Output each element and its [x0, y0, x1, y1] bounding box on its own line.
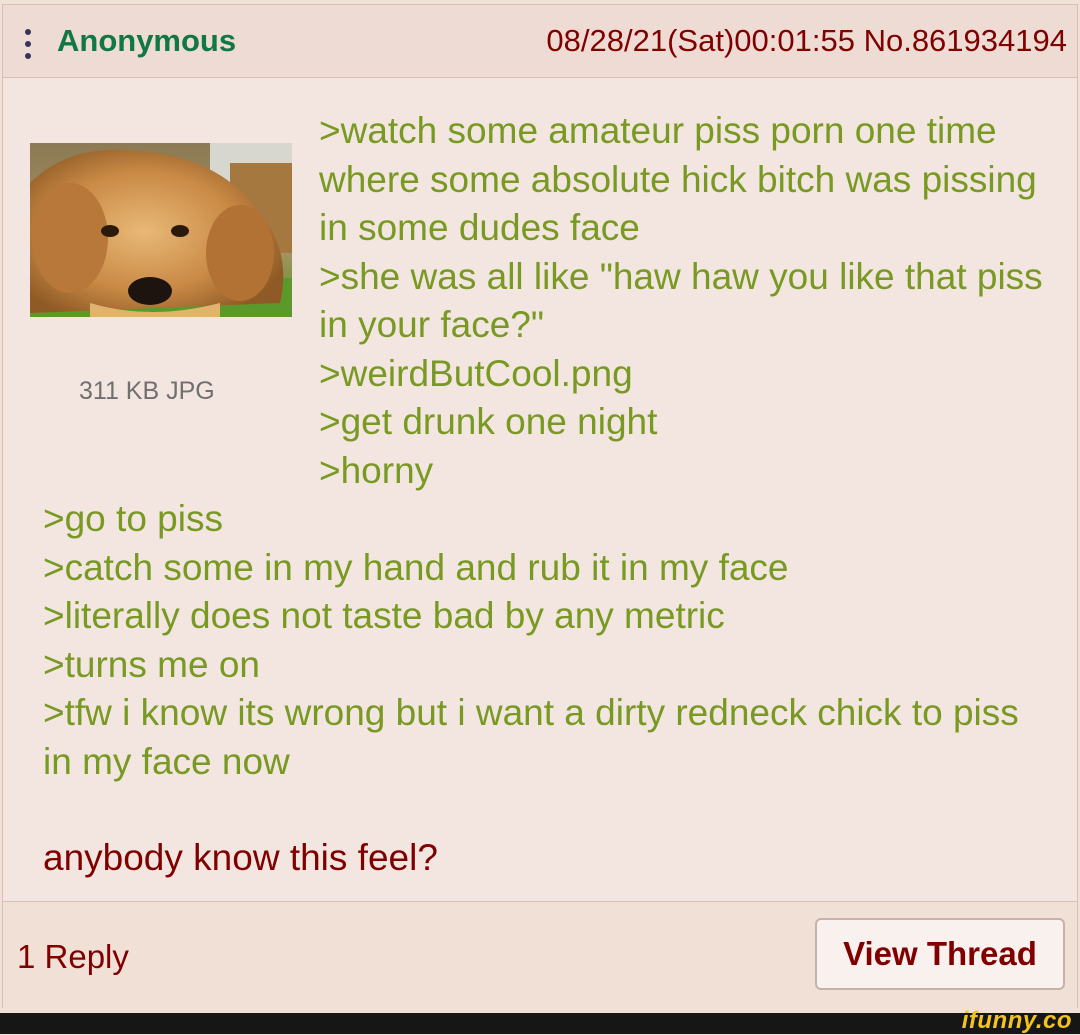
- post-card: Anonymous 08/28/21(Sat)00:01:55 No.86193…: [2, 4, 1078, 1008]
- reply-count[interactable]: 1 Reply: [17, 938, 129, 976]
- greentext-line: >catch some in my hand and rub it in my …: [43, 546, 789, 588]
- post-body: >watch some amateur piss porn one time w…: [43, 107, 1053, 883]
- greentext-line: >go to piss: [43, 498, 223, 539]
- post-meta[interactable]: 08/28/21(Sat)00:01:55 No.861934194: [546, 23, 1067, 59]
- post-header: Anonymous 08/28/21(Sat)00:01:55 No.86193…: [3, 5, 1077, 78]
- post-footer: 1 Reply View Thread: [3, 901, 1077, 1008]
- greentext-line: >tfw i know its wrong but i want a dirty…: [43, 692, 1019, 782]
- greentext-line: >horny: [319, 449, 434, 491]
- poster-name: Anonymous: [57, 23, 237, 58]
- post-number[interactable]: No.861934194: [864, 23, 1067, 58]
- closing-text: anybody know this feel?: [43, 837, 438, 878]
- ifunny-watermark: ifunny.co: [961, 1007, 1072, 1034]
- post-datetime: 08/28/21(Sat)00:01:55: [546, 23, 855, 58]
- more-options-icon[interactable]: [25, 29, 33, 63]
- greentext-line: >literally does not taste bad by any met…: [43, 595, 725, 636]
- greentext-line: >turns me on: [43, 643, 260, 685]
- watermark-bar: ifunny.co: [0, 1007, 1080, 1034]
- view-thread-button[interactable]: View Thread: [815, 918, 1065, 990]
